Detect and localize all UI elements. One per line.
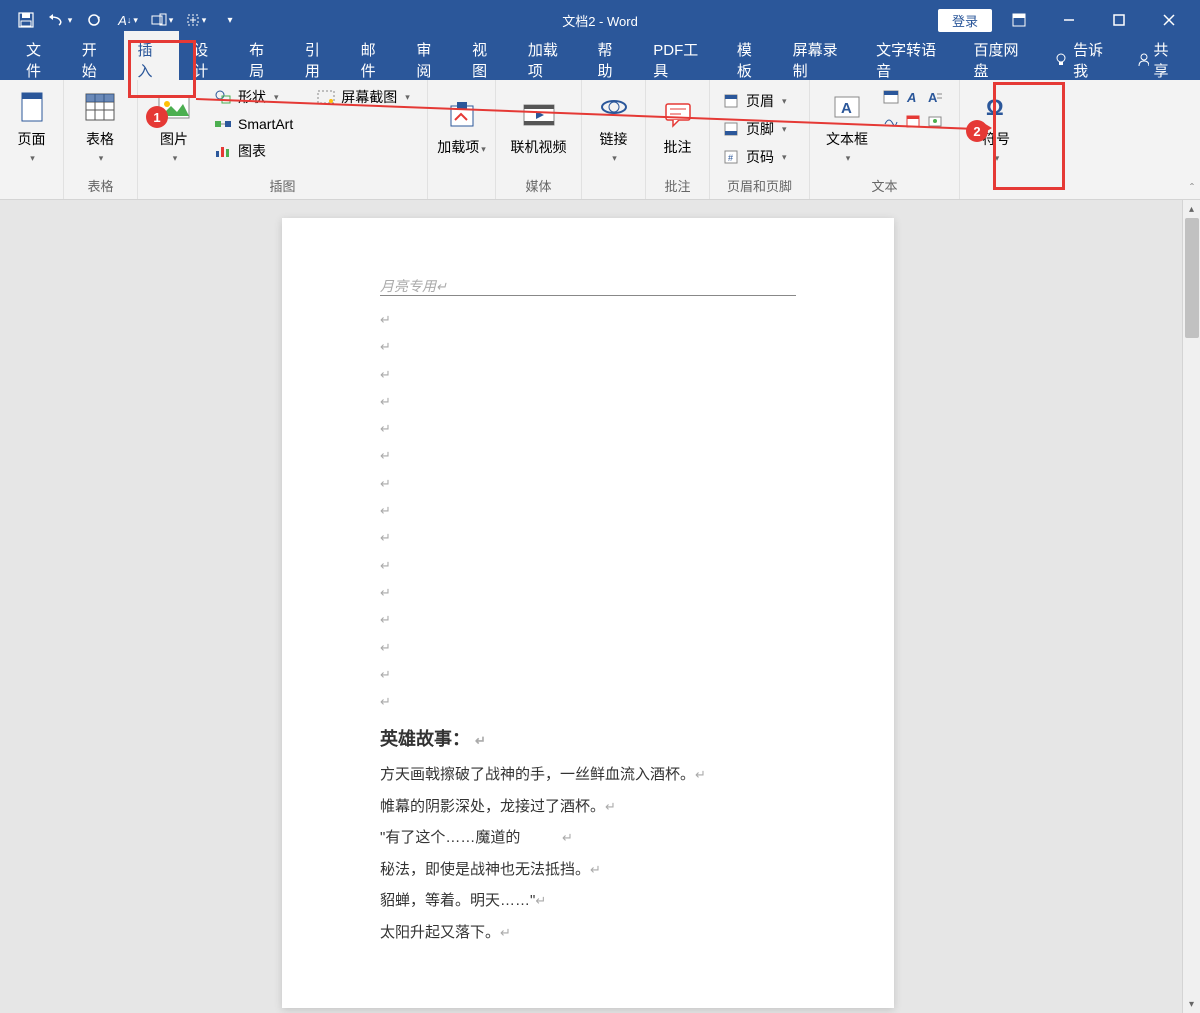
page-icon — [14, 89, 50, 125]
video-icon — [521, 97, 557, 133]
share-label: 共享 — [1153, 39, 1180, 81]
vertical-scrollbar[interactable]: ▴ ▾ — [1182, 200, 1200, 1013]
chart-button[interactable]: 图表 — [208, 138, 299, 164]
addins-icon — [444, 97, 480, 133]
textbox-button[interactable]: A 文本框▾ — [816, 84, 878, 169]
group-label — [6, 178, 57, 197]
body-line: "有了这个……魔道的 — [380, 829, 520, 846]
shapes-button[interactable]: 形状▾ — [208, 84, 299, 110]
group-text: A 文本框▾ A A 文本 — [810, 80, 960, 199]
pages-label: 页面 — [18, 129, 46, 149]
body-line: 秘法，即使是战神也无法抵挡。 — [380, 861, 590, 878]
smartart-label: SmartArt — [238, 116, 293, 132]
header-icon — [722, 92, 740, 110]
group-hf-label: 页眉和页脚 — [716, 174, 803, 197]
addins-label: 加载项 — [437, 139, 479, 155]
chart-label: 图表 — [238, 141, 266, 161]
group-tables: 表格▾ 表格 — [64, 80, 138, 199]
tell-me-button[interactable]: 告诉我 — [1043, 33, 1123, 87]
svg-text:A: A — [928, 90, 938, 104]
table-button[interactable]: 表格▾ — [70, 84, 130, 169]
svg-text:A: A — [906, 90, 916, 104]
quick-parts-icon[interactable] — [882, 88, 900, 106]
svg-text:A: A — [841, 100, 852, 117]
online-video-button[interactable]: 联机视频 — [502, 84, 575, 169]
maximize-button[interactable] — [1096, 5, 1142, 35]
chart-icon — [214, 142, 232, 160]
minimize-button[interactable] — [1046, 5, 1092, 35]
page-body[interactable]: ↵↵↵ ↵↵↵ ↵↵↵ ↵↵↵ ↵↵↵ 英雄故事： ↵ 方天画戟擦破了战神的手，… — [380, 306, 796, 948]
pictures-label: 图片 — [160, 129, 188, 149]
links-button[interactable]: 链接▾ — [588, 84, 639, 169]
footer-icon — [722, 120, 740, 138]
tell-me-label: 告诉我 — [1073, 39, 1113, 81]
svg-text:Ω: Ω — [986, 95, 1004, 120]
heading: 英雄故事： — [380, 729, 470, 749]
scroll-up-button[interactable]: ▴ — [1183, 200, 1200, 218]
header-label: 页眉 — [746, 91, 774, 111]
group-label — [966, 178, 1028, 197]
group-label — [434, 178, 489, 197]
textbox-icon: A — [829, 89, 865, 125]
omega-icon: Ω — [978, 89, 1014, 125]
dropcap-icon[interactable]: A — [926, 88, 944, 106]
group-links: 链接▾ — [582, 80, 646, 199]
group-illustrations-label: 插图 — [144, 174, 421, 197]
pagenum-icon: # — [722, 148, 740, 166]
scroll-down-button[interactable]: ▾ — [1183, 995, 1200, 1013]
pages-button[interactable]: 页面▾ — [6, 84, 57, 169]
svg-text:#: # — [728, 153, 733, 163]
header-button[interactable]: 页眉▾ — [716, 88, 793, 114]
body-line: 方天画戟擦破了战神的手，一丝鲜血流入酒杯。 — [380, 766, 695, 783]
group-addins: 加载项▾ — [428, 80, 496, 199]
collapse-ribbon-button[interactable]: ˆ — [1190, 181, 1194, 195]
table-icon — [82, 89, 118, 125]
comment-label: 批注 — [664, 137, 692, 157]
shapes-label: 形状 — [238, 87, 266, 107]
links-label: 链接 — [600, 129, 628, 149]
pagenum-label: 页码 — [746, 147, 774, 167]
annotation-badge-2: 2 — [966, 120, 988, 142]
group-comments: 批注 批注 — [646, 80, 710, 199]
document-page[interactable]: 月亮专用↵ ↵↵↵ ↵↵↵ ↵↵↵ ↵↵↵ ↵↵↵ 英雄故事： ↵ 方天画戟擦破… — [282, 218, 894, 1008]
body-line: 太阳升起又落下。 — [380, 924, 500, 941]
window-title: 文档2 - Word — [562, 11, 638, 30]
group-label — [588, 178, 639, 197]
pagenum-button[interactable]: #页码▾ — [716, 144, 793, 170]
share-button[interactable]: 共享 — [1127, 33, 1190, 87]
smartart-button[interactable]: SmartArt — [208, 112, 299, 136]
smartart-icon — [214, 115, 232, 133]
page-header[interactable]: 月亮专用↵ — [380, 276, 796, 296]
person-icon — [1137, 53, 1149, 67]
addins-button[interactable]: 加载项▾ — [434, 84, 489, 169]
wordart-icon[interactable]: A — [904, 88, 922, 106]
comment-icon — [660, 97, 696, 133]
group-media-label: 媒体 — [502, 174, 575, 197]
login-button[interactable]: 登录 — [938, 9, 992, 32]
document-area: 月亮专用↵ ↵↵↵ ↵↵↵ ↵↵↵ ↵↵↵ ↵↵↵ 英雄故事： ↵ 方天画戟擦破… — [0, 200, 1200, 1013]
ribbon-tabs: 文件 开始 插入 设计 布局 引用 邮件 审阅 视图 加载项 帮助 PDF工具 … — [0, 40, 1200, 80]
comment-button[interactable]: 批注 — [652, 84, 703, 169]
close-button[interactable] — [1146, 5, 1192, 35]
video-label: 联机视频 — [511, 137, 567, 157]
annotation-badge-1: 1 — [146, 106, 168, 128]
group-media: 联机视频 媒体 — [496, 80, 582, 199]
group-comments-label: 批注 — [652, 174, 703, 197]
link-icon — [596, 89, 632, 125]
group-tables-label: 表格 — [70, 174, 131, 197]
group-illustrations: 图片▾ 形状▾ SmartArt 图表 屏幕截图▾ 插图 — [138, 80, 428, 199]
textbox-label: 文本框 — [826, 129, 868, 149]
signature-icon[interactable] — [882, 112, 900, 130]
ribbon: 页面▾ 表格▾ 表格 图片▾ 形状▾ SmartArt 图表 屏幕截 — [0, 80, 1200, 200]
body-line: 帷幕的阴影深处，龙接过了酒杯。 — [380, 798, 605, 815]
table-label: 表格 — [86, 129, 114, 149]
group-text-label: 文本 — [816, 174, 953, 197]
scroll-thumb[interactable] — [1185, 218, 1199, 338]
group-pages: 页面▾ — [0, 80, 64, 199]
group-headerfooter: 页眉▾ 页脚▾ #页码▾ 页眉和页脚 — [710, 80, 810, 199]
shapes-icon — [214, 88, 232, 106]
lightbulb-icon — [1053, 52, 1067, 68]
body-line: 貂蝉，等着。明天……" — [380, 892, 535, 909]
